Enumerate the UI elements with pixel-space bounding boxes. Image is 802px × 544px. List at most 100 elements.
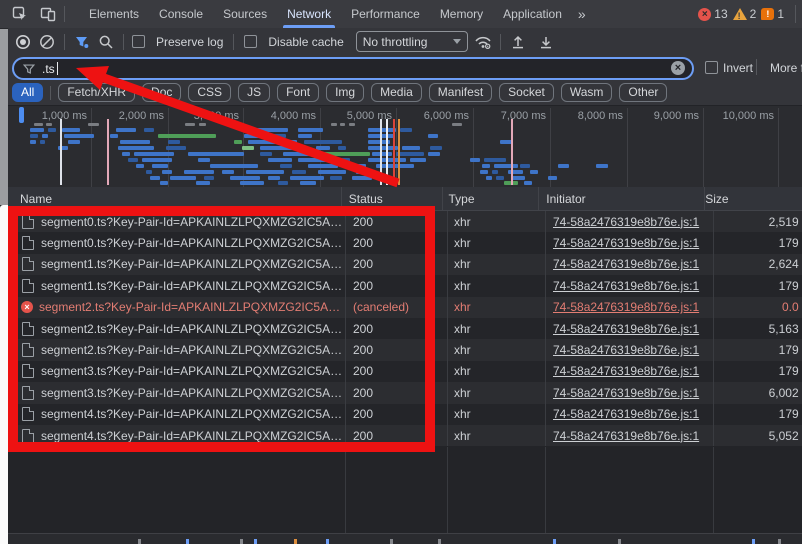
issues-badge[interactable]: ! 1 xyxy=(761,7,784,21)
document-icon xyxy=(22,236,34,250)
document-icon xyxy=(22,386,34,400)
initiator-link[interactable]: 74-58a2476319e8b76e.js:1 xyxy=(553,343,699,357)
table-row[interactable]: ×segment2.ts?Key-Pair-Id=APKAINLZLPQXMZG… xyxy=(8,297,802,318)
initiator-link[interactable]: 74-58a2476319e8b76e.js:1 xyxy=(553,322,699,336)
request-bar xyxy=(120,140,150,144)
status-cell: 200 xyxy=(345,425,447,446)
table-row[interactable]: segment3.ts?Key-Pair-Id=APKAINLZLPQXMZG2… xyxy=(8,382,802,403)
tab-application[interactable]: Application xyxy=(493,0,572,28)
summary-text-top-mark xyxy=(618,539,621,544)
chip-manifest[interactable]: Manifest xyxy=(429,83,492,102)
column-header-status[interactable]: Status xyxy=(341,187,442,210)
column-header-size[interactable]: Size xyxy=(704,187,802,210)
initiator-link[interactable]: 74-58a2476319e8b76e.js:1 xyxy=(553,236,699,250)
clear-filter-icon[interactable]: × xyxy=(671,61,685,75)
initiator-link[interactable]: 74-58a2476319e8b76e.js:1 xyxy=(553,386,699,400)
chip-img[interactable]: Img xyxy=(326,83,364,102)
request-bar xyxy=(283,140,297,144)
more-tabs-chevron[interactable]: » xyxy=(572,6,592,22)
filter-funnel-icon[interactable] xyxy=(73,33,91,51)
initiator-link[interactable]: 74-58a2476319e8b76e.js:1 xyxy=(553,429,699,443)
size-cell: 6,002 kB xyxy=(713,382,802,403)
filter-input[interactable]: .ts × xyxy=(12,57,694,80)
chip-fetchxhr[interactable]: Fetch/XHR xyxy=(58,83,135,102)
size-cell: 179 kB xyxy=(713,275,802,296)
chip-media[interactable]: Media xyxy=(371,83,422,102)
initiator-link[interactable]: 74-58a2476319e8b76e.js:1 xyxy=(553,407,699,421)
import-har-icon[interactable] xyxy=(537,33,555,51)
size-cell: 179 kB xyxy=(713,232,802,253)
throttling-select[interactable]: No throttling xyxy=(356,31,469,52)
column-header-label: Name xyxy=(20,192,52,206)
document-icon xyxy=(22,215,34,229)
initiator-link[interactable]: 74-58a2476319e8b76e.js:1 xyxy=(553,279,699,293)
export-har-icon[interactable] xyxy=(509,33,527,51)
table-row[interactable]: segment0.ts?Key-Pair-Id=APKAINLZLPQXMZG2… xyxy=(8,211,802,232)
request-bar xyxy=(198,158,210,162)
chip-css[interactable]: CSS xyxy=(188,83,231,102)
table-row[interactable]: segment3.ts?Key-Pair-Id=APKAINLZLPQXMZG2… xyxy=(8,361,802,382)
status-value: 200 xyxy=(353,257,373,271)
table-row[interactable]: segment0.ts?Key-Pair-Id=APKAINLZLPQXMZG2… xyxy=(8,232,802,253)
chip-font[interactable]: Font xyxy=(277,83,319,102)
tab-memory[interactable]: Memory xyxy=(430,0,493,28)
tab-performance[interactable]: Performance xyxy=(341,0,430,28)
request-bar xyxy=(160,181,168,185)
table-row[interactable]: segment1.ts?Key-Pair-Id=APKAINLZLPQXMZG2… xyxy=(8,254,802,275)
name-cell: segment2.ts?Key-Pair-Id=APKAINLZLPQXMZG2… xyxy=(8,339,345,360)
request-bar xyxy=(268,158,292,162)
network-overview-timeline[interactable]: 1,000 ms2,000 ms3,000 ms4,000 ms5,000 ms… xyxy=(8,106,802,189)
tab-network[interactable]: Network xyxy=(277,0,341,28)
warning-count: 2 xyxy=(750,7,757,21)
request-bar xyxy=(596,164,608,168)
chip-other[interactable]: Other xyxy=(619,83,667,102)
tab-elements[interactable]: Elements xyxy=(79,0,149,28)
request-bar xyxy=(246,170,284,174)
initiator-link[interactable]: 74-58a2476319e8b76e.js:1 xyxy=(553,257,699,271)
request-bar xyxy=(316,146,330,150)
chip-doc[interactable]: Doc xyxy=(142,83,181,102)
table-row[interactable]: segment2.ts?Key-Pair-Id=APKAINLZLPQXMZG2… xyxy=(8,339,802,360)
invert-checkbox[interactable] xyxy=(705,61,718,74)
column-header-name[interactable]: Name xyxy=(8,187,341,210)
request-bar xyxy=(280,164,292,168)
status-value: 200 xyxy=(353,429,373,443)
request-bar xyxy=(372,152,392,156)
chip-wasm[interactable]: Wasm xyxy=(561,83,613,102)
preserve-log-checkbox[interactable] xyxy=(132,35,145,48)
request-name: segment0.ts?Key-Pair-Id=APKAINLZLPQXMZG2… xyxy=(41,215,342,229)
error-badge[interactable]: × 13 xyxy=(698,7,727,21)
name-cell: segment1.ts?Key-Pair-Id=APKAINLZLPQXMZG2… xyxy=(8,254,345,275)
initiator-link[interactable]: 74-58a2476319e8b76e.js:1 xyxy=(553,364,699,378)
search-icon[interactable] xyxy=(97,33,115,51)
request-bar xyxy=(484,158,506,162)
chip-socket[interactable]: Socket xyxy=(499,83,554,102)
warning-badge[interactable]: ! 2 xyxy=(733,7,757,21)
table-row[interactable]: segment4.ts?Key-Pair-Id=APKAINLZLPQXMZG2… xyxy=(8,404,802,425)
request-bar xyxy=(88,123,99,126)
status-cell: 200 xyxy=(345,232,447,253)
table-row[interactable]: segment1.ts?Key-Pair-Id=APKAINLZLPQXMZG2… xyxy=(8,275,802,296)
inspect-element-icon[interactable] xyxy=(12,6,28,22)
table-row[interactable]: segment2.ts?Key-Pair-Id=APKAINLZLPQXMZG2… xyxy=(8,318,802,339)
chip-js[interactable]: JS xyxy=(238,83,270,102)
tab-sources[interactable]: Sources xyxy=(213,0,277,28)
column-header-initiator[interactable]: Initiator xyxy=(538,187,704,210)
document-icon xyxy=(22,343,34,357)
initiator-link[interactable]: 74-58a2476319e8b76e.js:1 xyxy=(553,215,699,229)
column-header-type[interactable]: Type xyxy=(442,187,539,210)
chip-all[interactable]: All xyxy=(12,83,43,102)
clear-icon[interactable] xyxy=(38,33,56,51)
record-icon[interactable] xyxy=(14,33,32,51)
device-toolbar-icon[interactable] xyxy=(40,6,56,22)
summary-text-top-mark xyxy=(326,539,329,544)
network-conditions-icon[interactable] xyxy=(474,33,492,51)
request-bar xyxy=(266,134,286,138)
tab-console[interactable]: Console xyxy=(149,0,213,28)
disable-cache-checkbox[interactable] xyxy=(244,35,257,48)
status-value: 200 xyxy=(353,215,373,229)
initiator-link[interactable]: 74-58a2476319e8b76e.js:1 xyxy=(553,300,699,314)
more-filters-button[interactable]: More filters xyxy=(770,61,802,75)
table-row[interactable]: segment4.ts?Key-Pair-Id=APKAINLZLPQXMZG2… xyxy=(8,425,802,446)
request-bar xyxy=(110,134,118,138)
